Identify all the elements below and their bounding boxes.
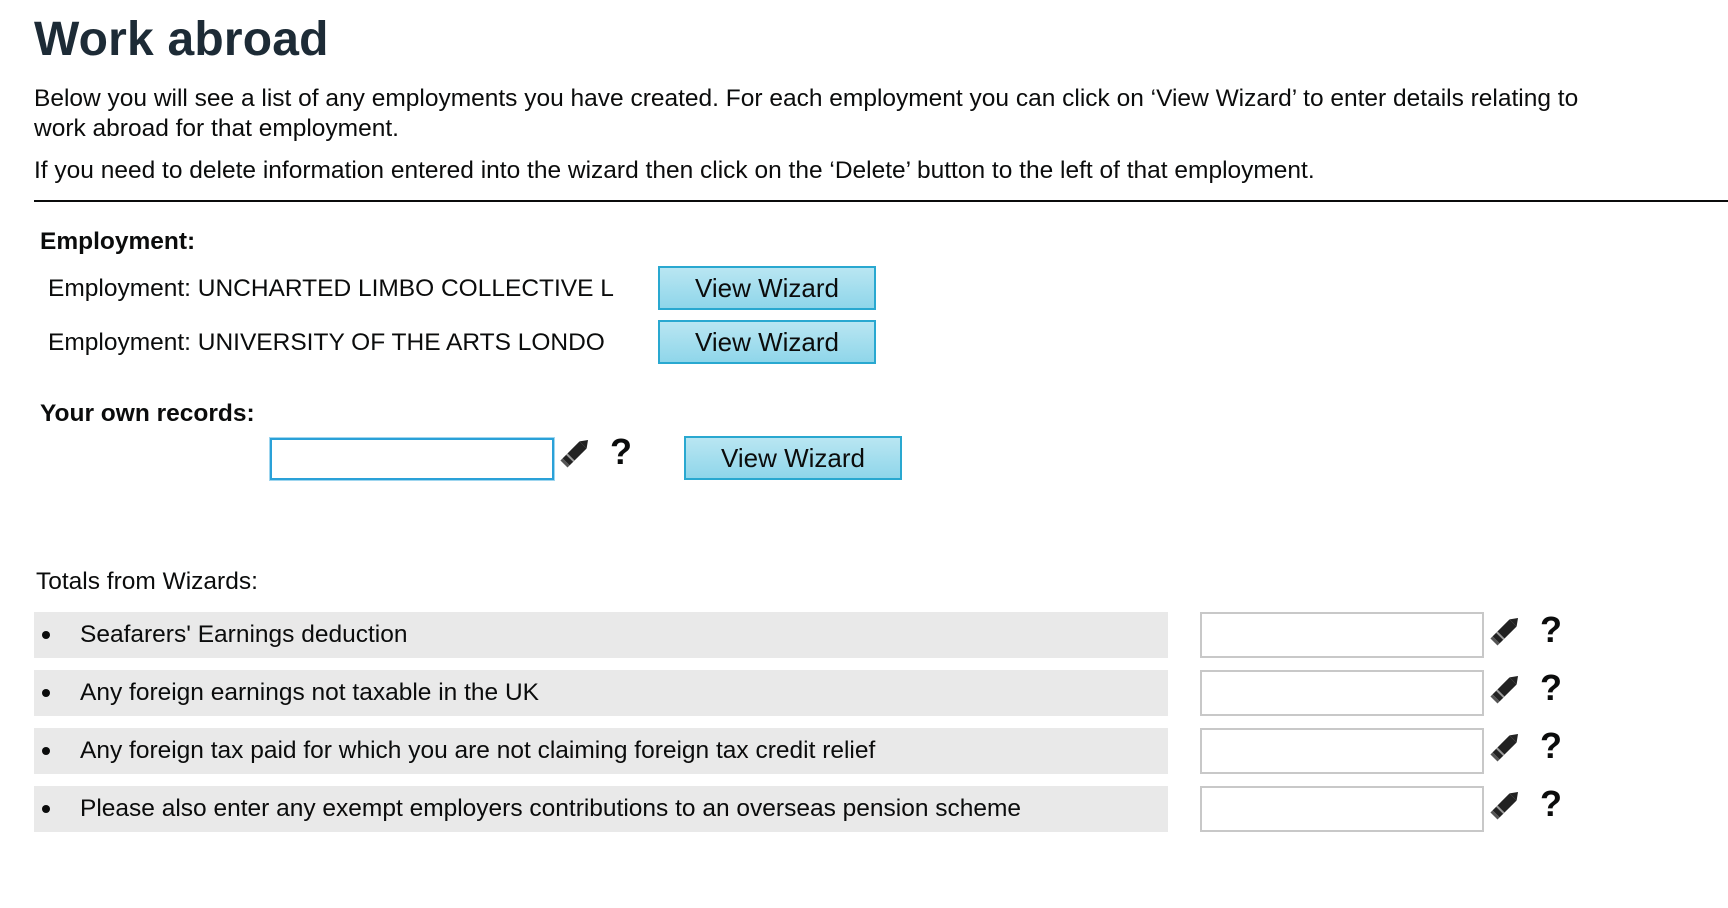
totals-label: Any foreign tax paid for which you are n… [80,737,876,764]
help-icon[interactable]: ? [1538,612,1564,648]
help-icon[interactable]: ? [1538,728,1564,764]
pension-contributions-input[interactable] [1200,786,1484,832]
seafarers-earnings-input[interactable] [1200,612,1484,658]
view-wizard-button-own-records[interactable]: View Wizard [684,436,902,480]
help-icon[interactable]: ? [1538,786,1564,822]
page-title: Work abroad [34,13,329,66]
bullet-icon [42,631,50,639]
bullet-icon [42,689,50,697]
pencil-icon[interactable] [1488,728,1524,764]
totals-row-foreign-tax: Any foreign tax paid for which you are n… [34,728,1168,774]
totals-label: Seafarers' Earnings deduction [80,621,408,648]
help-icon[interactable]: ? [608,434,634,470]
employment-label: Employment: UNIVERSITY OF THE ARTS LONDO [48,329,605,356]
employment-heading: Employment: [40,228,196,255]
foreign-tax-input[interactable] [1200,728,1484,774]
bullet-icon [42,805,50,813]
employment-row: Employment: UNCHARTED LIMBO COLLECTIVE L [48,266,614,312]
totals-label: Any foreign earnings not taxable in the … [80,679,539,706]
own-records-input[interactable] [270,438,554,480]
pencil-icon[interactable] [1488,786,1524,822]
intro-paragraph: Below you will see a list of any employm… [34,85,1579,142]
totals-row-seafarers: Seafarers' Earnings deduction [34,612,1168,658]
section-divider [34,200,1728,202]
foreign-earnings-input[interactable] [1200,670,1484,716]
employment-row: Employment: UNIVERSITY OF THE ARTS LONDO [48,320,605,366]
pencil-icon[interactable] [1488,670,1524,706]
bullet-icon [42,747,50,755]
totals-heading: Totals from Wizards: [36,568,258,595]
help-icon[interactable]: ? [1538,670,1564,706]
employment-label: Employment: UNCHARTED LIMBO COLLECTIVE L [48,275,614,302]
totals-label: Please also enter any exempt employers c… [80,795,1022,822]
pencil-icon[interactable] [558,434,594,470]
delete-instructions: If you need to delete information entere… [34,157,1315,184]
view-wizard-button-employment-2[interactable]: View Wizard [658,320,876,364]
view-wizard-button-employment-1[interactable]: View Wizard [658,266,876,310]
own-records-heading: Your own records: [40,400,255,427]
pencil-icon[interactable] [1488,612,1524,648]
totals-row-pension-contributions: Please also enter any exempt employers c… [34,786,1168,832]
totals-row-foreign-earnings: Any foreign earnings not taxable in the … [34,670,1168,716]
